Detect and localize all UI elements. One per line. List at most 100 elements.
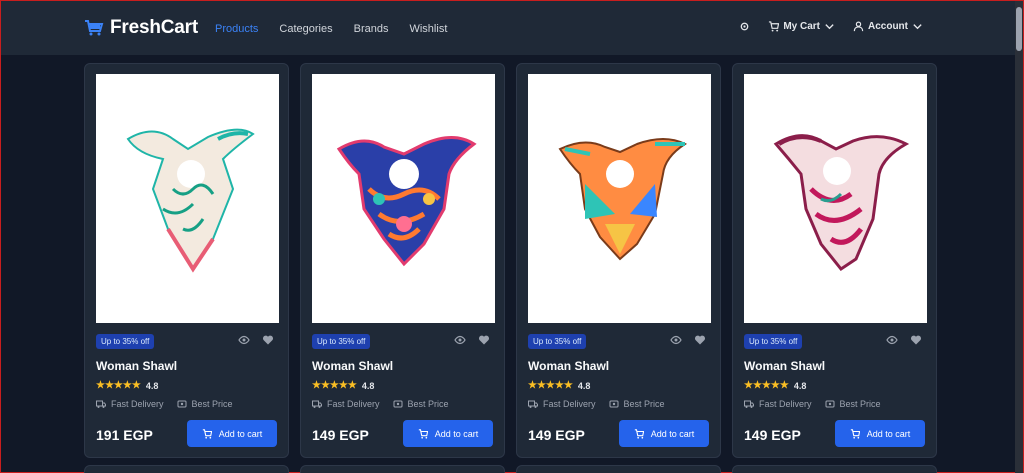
eye-icon[interactable] <box>238 334 250 346</box>
rating-value: 4.8 <box>361 380 375 391</box>
nav-wishlist[interactable]: Wishlist <box>409 23 447 35</box>
brand-name: FreshCart <box>110 17 198 38</box>
star-icons: ★★★★★ <box>96 380 141 391</box>
truck-icon <box>96 400 106 408</box>
card-actions <box>454 334 490 346</box>
tag-icon <box>177 400 187 408</box>
product-card[interactable]: Up to 35% off Woman Shawl ★★★★★ 4.8 Fast… <box>732 63 937 458</box>
cart-icon <box>634 428 644 439</box>
best-price-label: Best Price <box>407 399 449 409</box>
add-to-cart-label: Add to cart <box>218 428 263 439</box>
add-to-cart-label: Add to cart <box>650 428 695 439</box>
nav-categories[interactable]: Categories <box>279 23 332 35</box>
fast-delivery: Fast Delivery <box>96 399 164 409</box>
product-title[interactable]: Woman Shawl <box>744 359 825 373</box>
rating-value: 4.8 <box>793 380 807 391</box>
product-title[interactable]: Woman Shawl <box>96 359 177 373</box>
truck-icon <box>528 400 538 408</box>
product-rating: ★★★★★ 4.8 <box>744 380 806 391</box>
heart-icon[interactable] <box>910 334 922 346</box>
product-image[interactable] <box>744 74 927 323</box>
best-price: Best Price <box>177 399 233 409</box>
nav-brands[interactable]: Brands <box>354 23 389 35</box>
chevron-down-icon <box>825 24 834 30</box>
truck-icon <box>312 400 322 408</box>
card-actions <box>238 334 274 346</box>
add-to-cart-label: Add to cart <box>866 428 911 439</box>
settings-button[interactable] <box>739 21 750 32</box>
tag-icon <box>393 400 403 408</box>
product-price: 149 EGP <box>312 427 369 443</box>
product-rating: ★★★★★ 4.8 <box>96 380 158 391</box>
product-card-partial[interactable] <box>300 465 505 473</box>
product-card-partial[interactable] <box>516 465 721 473</box>
product-price: 191 EGP <box>96 427 153 443</box>
best-price-label: Best Price <box>191 399 233 409</box>
cart-icon <box>850 428 860 439</box>
account-button[interactable]: Account <box>853 21 923 32</box>
heart-icon[interactable] <box>262 334 274 346</box>
cart-label: My Cart <box>783 21 820 32</box>
product-card-partial[interactable] <box>732 465 937 473</box>
product-card-partial[interactable] <box>84 465 289 473</box>
product-features: Fast Delivery Best Price <box>96 399 233 409</box>
eye-icon[interactable] <box>454 334 466 346</box>
scarf-image <box>336 135 477 266</box>
product-card[interactable]: Up to 35% off Woman Shawl ★★★★★ 4.8 Fast… <box>516 63 721 458</box>
add-to-cart-button[interactable]: Add to cart <box>619 420 709 447</box>
best-price: Best Price <box>825 399 881 409</box>
best-price: Best Price <box>393 399 449 409</box>
card-actions <box>886 334 922 346</box>
product-features: Fast Delivery Best Price <box>528 399 665 409</box>
product-grid: Up to 35% off Woman Shawl ★★★★★ 4.8 Fast… <box>84 63 937 458</box>
eye-icon[interactable] <box>886 334 898 346</box>
product-card[interactable]: Up to 35% off Woman Shawl ★★★★★ 4.8 Fast… <box>300 63 505 458</box>
rating-value: 4.8 <box>577 380 591 391</box>
fast-delivery-label: Fast Delivery <box>543 399 596 409</box>
user-icon <box>853 21 864 32</box>
star-icons: ★★★★★ <box>528 380 573 391</box>
fast-delivery: Fast Delivery <box>312 399 380 409</box>
product-price: 149 EGP <box>528 427 585 443</box>
nav-products[interactable]: Products <box>215 23 258 35</box>
nav-actions: My Cart Account <box>739 21 923 32</box>
product-title[interactable]: Woman Shawl <box>528 359 609 373</box>
product-image[interactable] <box>312 74 495 323</box>
tag-icon <box>825 400 835 408</box>
product-rating: ★★★★★ 4.8 <box>528 380 590 391</box>
add-to-cart-button[interactable]: Add to cart <box>187 420 277 447</box>
add-to-cart-button[interactable]: Add to cart <box>403 420 493 447</box>
product-features: Fast Delivery Best Price <box>312 399 449 409</box>
product-card[interactable]: Up to 35% off Woman Shawl ★★★★★ 4.8 Fast… <box>84 63 289 458</box>
heart-icon[interactable] <box>694 334 706 346</box>
best-price: Best Price <box>609 399 665 409</box>
fast-delivery: Fast Delivery <box>528 399 596 409</box>
fast-delivery: Fast Delivery <box>744 399 812 409</box>
cart-icon <box>769 21 780 32</box>
add-to-cart-label: Add to cart <box>434 428 479 439</box>
nav-links: Products Categories Brands Wishlist <box>215 23 447 35</box>
product-rating: ★★★★★ 4.8 <box>312 380 374 391</box>
add-to-cart-button[interactable]: Add to cart <box>835 420 925 447</box>
product-features: Fast Delivery Best Price <box>744 399 881 409</box>
product-image[interactable] <box>96 74 279 323</box>
cart-icon <box>418 428 428 439</box>
fast-delivery-label: Fast Delivery <box>327 399 380 409</box>
eye-icon[interactable] <box>670 334 682 346</box>
scrollbar-thumb[interactable] <box>1016 7 1022 51</box>
fast-delivery-label: Fast Delivery <box>759 399 812 409</box>
rating-value: 4.8 <box>145 380 159 391</box>
heart-icon[interactable] <box>478 334 490 346</box>
discount-badge: Up to 35% off <box>312 334 371 349</box>
my-cart-button[interactable]: My Cart <box>768 21 835 32</box>
star-icons: ★★★★★ <box>312 380 357 391</box>
cart-icon <box>202 428 212 439</box>
product-image[interactable] <box>528 74 711 323</box>
product-price: 149 EGP <box>744 427 801 443</box>
product-title[interactable]: Woman Shawl <box>312 359 393 373</box>
vertical-scrollbar[interactable] <box>1015 1 1023 473</box>
scarf-image <box>773 133 909 271</box>
fast-delivery-label: Fast Delivery <box>111 399 164 409</box>
discount-badge: Up to 35% off <box>96 334 155 349</box>
brand-logo[interactable]: FreshCart <box>84 17 198 39</box>
